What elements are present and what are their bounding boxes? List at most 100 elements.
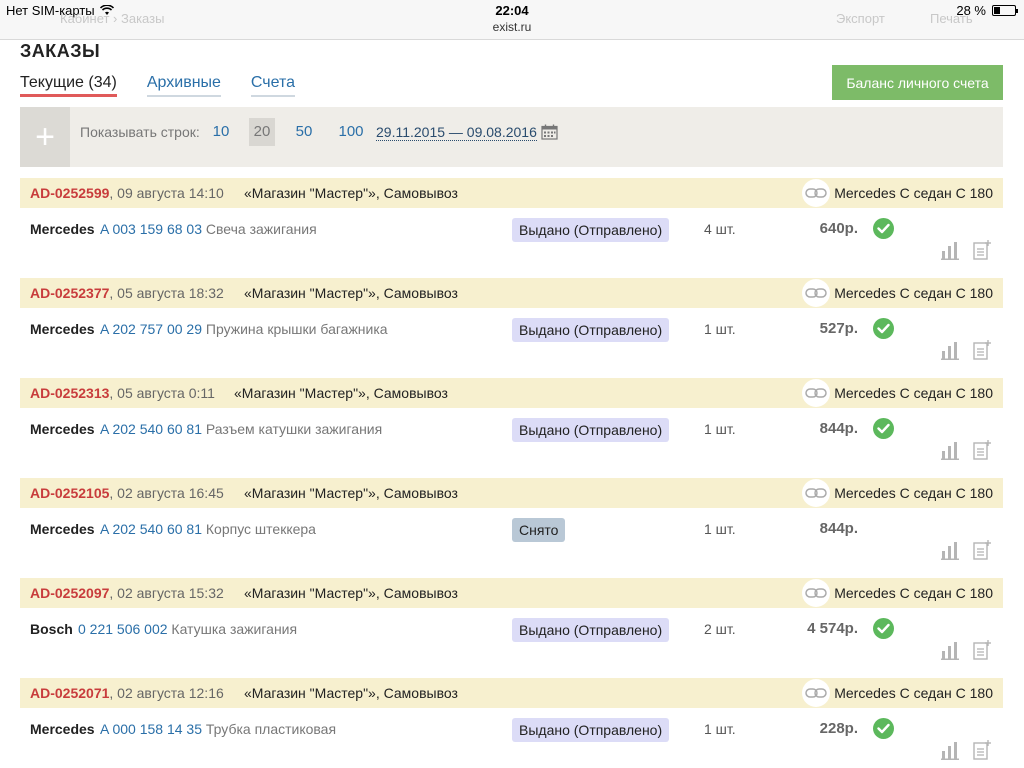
- item-brand: Mercedes: [30, 421, 95, 437]
- item-article-line: A 003 159 68 03 Свеча зажигания: [100, 221, 317, 237]
- order-id-line: AD-0252377, 05 августа 18:32: [30, 285, 224, 301]
- item-name: Трубка пластиковая: [205, 721, 337, 737]
- order-car: Mercedes С седан С 180: [834, 685, 993, 701]
- order-car: Mercedes С седан С 180: [834, 285, 993, 301]
- notes-add-icon[interactable]: [972, 440, 992, 460]
- calendar-icon[interactable]: [541, 124, 558, 140]
- item-price: 640р.: [819, 220, 858, 237]
- item-article[interactable]: A 003 159 68 03: [100, 221, 202, 237]
- notes-add-icon[interactable]: [972, 640, 992, 660]
- item-quantity: 1 шт.: [704, 421, 736, 437]
- item-article[interactable]: A 202 540 60 81: [100, 421, 202, 437]
- balance-button[interactable]: Баланс личного счета: [832, 65, 1003, 100]
- order-date: , 02 августа 15:32: [109, 585, 224, 601]
- show-rows-label: Показывать строк:: [80, 124, 200, 140]
- check-icon: [873, 218, 894, 239]
- order-id-line: AD-0252071, 02 августа 12:16: [30, 685, 224, 701]
- notes-add-icon[interactable]: [972, 240, 992, 260]
- order-header: AD-0252097, 02 августа 15:32 «Магазин "Ма…: [20, 578, 1003, 608]
- status-badge: Снято: [512, 518, 566, 542]
- rows-option-10[interactable]: 10: [210, 118, 232, 146]
- chart-icon[interactable]: [940, 540, 960, 560]
- order-id[interactable]: AD-0252599: [30, 185, 109, 201]
- item-name: Катушка зажигания: [171, 621, 298, 637]
- rows-option-20[interactable]: 20: [249, 118, 275, 146]
- item-price: 527р.: [819, 320, 858, 337]
- order-date: , 05 августа 0:11: [109, 385, 215, 401]
- order-car: Mercedes С седан С 180: [834, 185, 993, 201]
- rows-option-100[interactable]: 100: [336, 118, 366, 146]
- date-range-picker[interactable]: 29.11.2015 — 09.08.2016: [376, 124, 537, 141]
- status-badge: Выдано (Отправлено): [512, 418, 670, 442]
- check-icon: [873, 618, 894, 639]
- order-id[interactable]: AD-0252377: [30, 285, 109, 301]
- tab-archive[interactable]: Архивные: [146, 74, 221, 97]
- status-badge: Выдано (Отправлено): [512, 618, 670, 642]
- chart-icon[interactable]: [940, 240, 960, 260]
- notes-add-icon[interactable]: [972, 540, 992, 560]
- order-date: , 05 августа 18:32: [109, 285, 224, 301]
- item-quantity: 2 шт.: [704, 621, 736, 637]
- link-icon[interactable]: [802, 679, 830, 707]
- order-header: AD-0252313, 05 августа 0:11 «Магазин "Мас…: [20, 378, 1003, 408]
- battery-icon: [992, 5, 1018, 16]
- item-article[interactable]: 0 221 506 002: [78, 621, 168, 637]
- item-brand: Mercedes: [30, 721, 95, 737]
- order-card: AD-0252599, 09 августа 14:10 «Магазин "Ма…: [20, 178, 1003, 278]
- tab-invoices[interactable]: Счета: [250, 74, 296, 97]
- chart-icon[interactable]: [940, 340, 960, 360]
- order-card: AD-0252313, 05 августа 0:11 «Магазин "Мас…: [20, 378, 1003, 478]
- item-price: 844р.: [819, 520, 858, 537]
- item-name: Разъем катушки зажигания: [205, 421, 383, 437]
- status-badge: Выдано (Отправлено): [512, 218, 670, 242]
- notes-add-icon[interactable]: [972, 740, 992, 760]
- item-article[interactable]: A 000 158 14 35: [100, 721, 202, 737]
- page-title: ЗАКАЗЫ: [20, 41, 101, 61]
- battery-area: 28 %: [956, 3, 1018, 18]
- order-id[interactable]: AD-0252105: [30, 485, 109, 501]
- battery-percent: 28 %: [956, 3, 986, 18]
- item-brand: Bosch: [30, 621, 73, 637]
- item-price: 228р.: [819, 720, 858, 737]
- link-icon[interactable]: [802, 579, 830, 607]
- item-name: Свеча зажигания: [205, 221, 317, 237]
- order-tabs: Текущие (34) Архивные Счета: [20, 74, 296, 97]
- item-quantity: 1 шт.: [704, 721, 736, 737]
- tab-current[interactable]: Текущие (34): [20, 74, 117, 97]
- order-id[interactable]: AD-0252097: [30, 585, 109, 601]
- item-article[interactable]: A 202 540 60 81: [100, 521, 202, 537]
- order-store: «Магазин "Мастер"», Самовывоз: [244, 285, 458, 301]
- item-name: Корпус штеккера: [205, 521, 316, 537]
- order-store: «Магазин "Мастер"», Самовывоз: [244, 585, 458, 601]
- order-card: AD-0252105, 02 августа 16:45 «Магазин "Ма…: [20, 478, 1003, 578]
- order-store: «Магазин "Мастер"», Самовывоз: [244, 485, 458, 501]
- ghost-export: Экспорт: [836, 11, 885, 26]
- order-date: , 09 августа 14:10: [109, 185, 224, 201]
- order-id[interactable]: AD-0252071: [30, 685, 109, 701]
- order-card: AD-0252071, 02 августа 12:16 «Магазин "Ма…: [20, 678, 1003, 768]
- chart-icon[interactable]: [940, 640, 960, 660]
- plus-icon: +: [35, 117, 55, 156]
- link-icon[interactable]: [802, 279, 830, 307]
- item-quantity: 4 шт.: [704, 221, 736, 237]
- link-icon[interactable]: [802, 179, 830, 207]
- item-brand: Mercedes: [30, 521, 95, 537]
- chart-icon[interactable]: [940, 440, 960, 460]
- add-button[interactable]: +: [20, 107, 70, 167]
- order-store: «Магазин "Мастер"», Самовывоз: [234, 385, 448, 401]
- order-header: AD-0252599, 09 августа 14:10 «Магазин "Ма…: [20, 178, 1003, 208]
- link-icon[interactable]: [802, 479, 830, 507]
- item-article[interactable]: A 202 757 00 29: [100, 321, 202, 337]
- notes-add-icon[interactable]: [972, 340, 992, 360]
- chart-icon[interactable]: [940, 740, 960, 760]
- item-article-line: 0 221 506 002 Катушка зажигания: [78, 621, 297, 637]
- order-date: , 02 августа 12:16: [109, 685, 224, 701]
- item-article-line: A 202 757 00 29 Пружина крышки багажника: [100, 321, 388, 337]
- link-icon[interactable]: [802, 379, 830, 407]
- order-id[interactable]: AD-0252313: [30, 385, 109, 401]
- item-article-line: A 202 540 60 81 Разъем катушки зажигания: [100, 421, 382, 437]
- rows-option-50[interactable]: 50: [292, 118, 316, 146]
- check-icon: [873, 418, 894, 439]
- order-header: AD-0252377, 05 августа 18:32 «Магазин "Ма…: [20, 278, 1003, 308]
- order-card: AD-0252097, 02 августа 15:32 «Магазин "Ма…: [20, 578, 1003, 678]
